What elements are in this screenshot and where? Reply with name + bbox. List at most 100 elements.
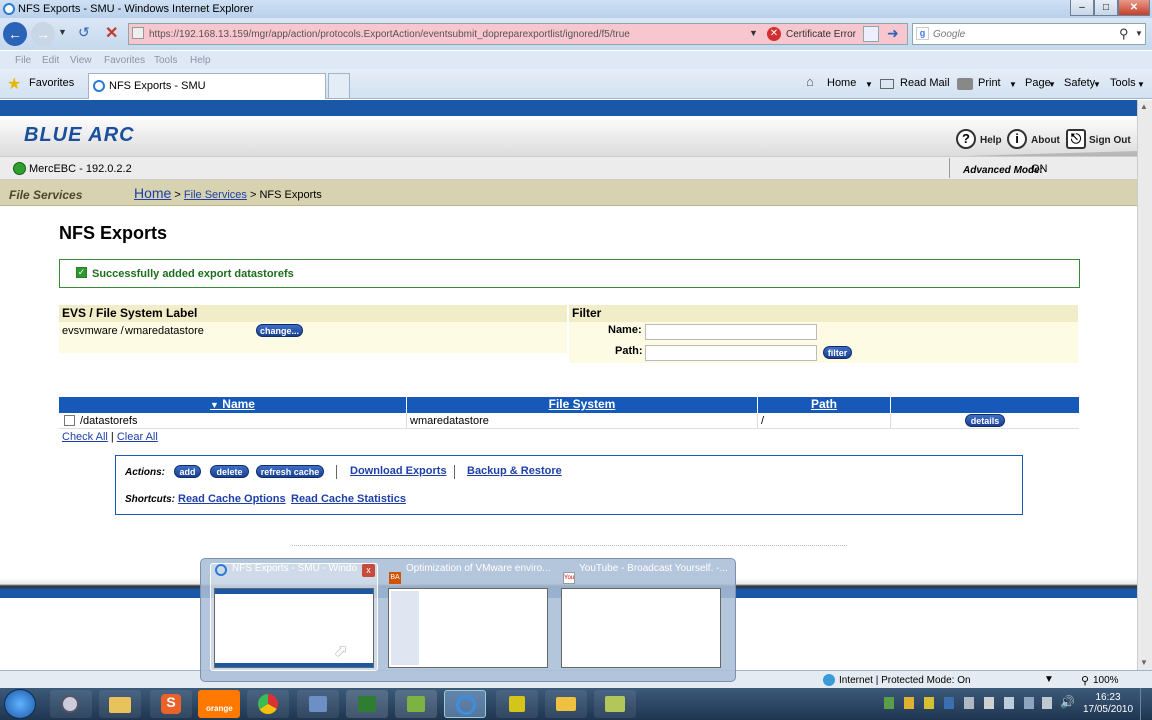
taskbar-ie-icon[interactable] <box>444 690 486 718</box>
taskbar-network-icon[interactable] <box>297 690 339 718</box>
server-name[interactable]: MercEBC - 192.0.2.2 <box>29 163 132 175</box>
safety-dropdown-icon[interactable]: ▼ <box>1093 80 1101 89</box>
home-dropdown-icon[interactable]: ▼ <box>865 80 873 89</box>
thumbnail-optimization[interactable] <box>388 588 548 668</box>
clear-all-link[interactable]: Clear All <box>117 431 158 443</box>
taskbar-excel-icon[interactable] <box>346 690 388 718</box>
home-command[interactable]: Home <box>827 77 856 89</box>
clock[interactable]: 16:23 17/05/2010 <box>1082 692 1134 716</box>
zoom-dropdown-icon[interactable]: ▼ <box>1044 674 1054 685</box>
taskbar-explorer-icon[interactable] <box>99 690 141 718</box>
scroll-down-icon[interactable]: ▼ <box>1140 658 1148 667</box>
bluetooth-icon[interactable] <box>944 697 954 709</box>
start-button[interactable] <box>4 689 36 719</box>
row-checkbox[interactable] <box>64 415 75 426</box>
menu-view[interactable]: View <box>70 55 92 66</box>
search-box[interactable]: g Google ⚲ ▼ <box>912 23 1146 45</box>
tools-dropdown-icon[interactable]: ▼ <box>1137 80 1145 89</box>
battery-icon[interactable] <box>1024 697 1034 709</box>
help-link[interactable]: Help <box>980 135 1002 146</box>
print-command[interactable]: Print <box>978 77 1001 89</box>
search-icon[interactable]: ⚲ <box>1119 26 1129 42</box>
go-icon[interactable]: ➜ <box>887 25 899 42</box>
change-button[interactable]: change... <box>256 324 303 337</box>
home-icon[interactable]: ⌂ <box>806 74 814 89</box>
column-name[interactable]: ▼ Name <box>59 397 407 413</box>
thumbnail-nfs-exports[interactable] <box>214 588 374 668</box>
about-link[interactable]: About <box>1031 135 1060 146</box>
read-cache-options-link[interactable]: Read Cache Options <box>178 493 286 505</box>
breadcrumb-file-services[interactable]: File Services <box>184 189 247 201</box>
breadcrumb-home[interactable]: Home <box>134 185 171 201</box>
print-dropdown-icon[interactable]: ▼ <box>1009 80 1017 89</box>
menu-file[interactable]: File <box>15 55 31 66</box>
menu-help[interactable]: Help <box>190 55 211 66</box>
download-exports-link[interactable]: Download Exports <box>350 465 447 477</box>
taskbar-notes-icon[interactable] <box>594 690 636 718</box>
refresh-icon[interactable]: ↺ <box>78 24 90 41</box>
tools-command[interactable]: Tools <box>1110 77 1136 89</box>
taskbar-app-icon[interactable]: S <box>150 690 192 718</box>
favorites-star-icon[interactable]: ★ <box>7 74 21 94</box>
read-cache-statistics-link[interactable]: Read Cache Statistics <box>291 493 406 505</box>
tray-icon[interactable] <box>964 697 974 709</box>
taskbar-mail-icon[interactable] <box>545 690 587 718</box>
menu-edit[interactable]: Edit <box>42 55 59 66</box>
compat-view-icon[interactable] <box>863 26 879 42</box>
taskbar-vsphere-icon[interactable] <box>395 690 437 718</box>
vertical-scrollbar[interactable]: ▲ ▼ <box>1137 100 1152 670</box>
forward-button[interactable]: → <box>31 22 55 46</box>
taskbar-media-icon[interactable] <box>50 690 92 718</box>
network-tray-icon[interactable] <box>1042 697 1052 709</box>
filter-button[interactable]: filter <box>823 346 852 359</box>
certificate-error[interactable]: Certificate Error <box>786 29 856 40</box>
url-dropdown-icon[interactable]: ▼ <box>749 28 758 38</box>
address-bar[interactable]: https://192.168.13.159/mgr/app/action/pr… <box>128 23 908 45</box>
new-tab-button[interactable] <box>328 73 350 99</box>
safety-command[interactable]: Safety <box>1064 77 1095 89</box>
search-dropdown-icon[interactable]: ▼ <box>1135 29 1143 38</box>
favorites-label[interactable]: Favorites <box>29 77 74 89</box>
zone-text[interactable]: Internet | Protected Mode: On <box>839 675 971 686</box>
menu-tools[interactable]: Tools <box>154 55 177 66</box>
show-desktop-button[interactable] <box>1140 688 1152 720</box>
tray-icon[interactable] <box>904 697 914 709</box>
about-icon[interactable]: i <box>1007 129 1027 149</box>
maximize-button[interactable]: □ <box>1094 0 1118 16</box>
stop-icon[interactable]: ✕ <box>105 23 118 43</box>
menu-favorites[interactable]: Favorites <box>104 55 145 66</box>
page-command[interactable]: Page <box>1025 77 1051 89</box>
close-window-button[interactable]: ✕ <box>1118 0 1150 16</box>
back-button[interactable]: ← <box>3 22 27 46</box>
zoom-level[interactable]: 100% <box>1093 675 1119 686</box>
taskbar-lock-icon[interactable] <box>496 690 538 718</box>
thumbnail-close-button[interactable]: x <box>362 564 375 577</box>
history-dropdown-icon[interactable]: ▼ <box>58 27 67 37</box>
thumbnail-youtube[interactable] <box>561 588 721 668</box>
volume-icon[interactable]: 🔊 <box>1060 695 1075 709</box>
read-mail-command[interactable]: Read Mail <box>900 77 950 89</box>
tray-icon[interactable] <box>984 697 994 709</box>
flag-icon[interactable] <box>1004 697 1014 709</box>
tray-icon[interactable] <box>924 697 934 709</box>
minimize-button[interactable]: – <box>1070 0 1094 16</box>
refresh-cache-button[interactable]: refresh cache <box>256 465 324 478</box>
column-file-system[interactable]: File System <box>407 397 758 413</box>
tab-nfs-exports[interactable]: NFS Exports - SMU <box>88 73 326 99</box>
signout-icon[interactable]: ⎋ <box>1066 129 1086 149</box>
add-button[interactable]: add <box>174 465 201 478</box>
check-all-link[interactable]: Check All <box>62 431 108 443</box>
column-path[interactable]: Path <box>758 397 891 413</box>
backup-restore-link[interactable]: Backup & Restore <box>467 465 562 477</box>
help-icon[interactable]: ? <box>956 129 976 149</box>
taskbar-orange-icon[interactable]: orange <box>198 690 240 718</box>
details-button[interactable]: details <box>965 414 1005 427</box>
signout-link[interactable]: Sign Out <box>1089 135 1131 146</box>
taskbar-chrome-icon[interactable] <box>247 690 289 718</box>
path-filter-input[interactable] <box>645 345 817 361</box>
tray-icon[interactable] <box>884 697 894 709</box>
page-dropdown-icon[interactable]: ▼ <box>1048 80 1056 89</box>
delete-button[interactable]: delete <box>210 465 249 478</box>
name-filter-input[interactable] <box>645 324 817 340</box>
scroll-up-icon[interactable]: ▲ <box>1140 102 1148 111</box>
